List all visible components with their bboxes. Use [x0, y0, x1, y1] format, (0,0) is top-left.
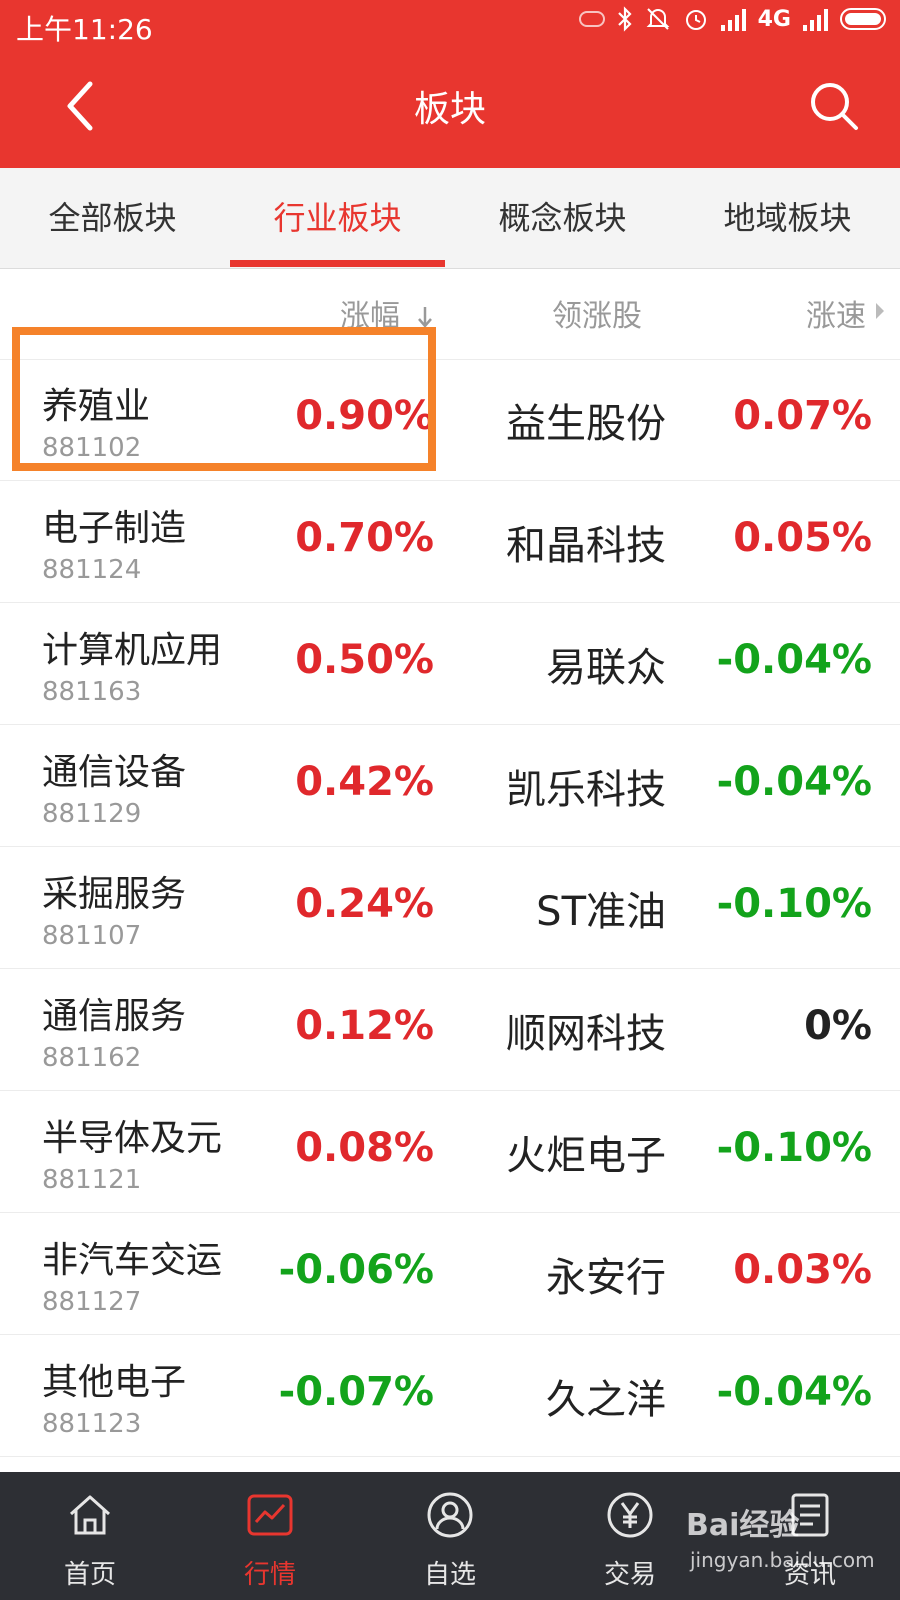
signal-icon-2 [803, 7, 828, 31]
status-time: 上午11:26 [16, 13, 153, 46]
sector-row[interactable]: 其他电子 881123 -0.07% 久之洋 -0.04% [0, 1335, 900, 1457]
bottom-nav-label: 首页 [63, 1560, 116, 1590]
sector-name: 非汽车交运 [42, 1240, 223, 1281]
sector-name: 电子制造 [42, 508, 187, 549]
sector-change: 0.12% [295, 1003, 434, 1049]
bluetooth-icon [617, 6, 632, 32]
watermark-logo: Bai经验 [686, 1508, 800, 1543]
status-bar: 上午11:26 4G [0, 0, 900, 50]
status-icons: 4G [578, 6, 886, 32]
sector-speed: 0.03% [733, 1247, 872, 1293]
sector-code: 881162 [42, 1043, 142, 1073]
leading-stock: ST准油 [536, 889, 666, 935]
leading-stock: 凯乐科技 [506, 767, 666, 813]
leading-stock: 益生股份 [506, 401, 666, 447]
sector-speed: 0.05% [733, 515, 872, 561]
tab-industry-sectors[interactable]: 行业板块 [225, 168, 450, 268]
sector-code: 881129 [42, 799, 142, 829]
tab-region-sectors[interactable]: 地域板块 [675, 168, 900, 268]
leading-stock: 久之洋 [546, 1377, 666, 1423]
sector-speed: -0.04% [716, 1369, 872, 1415]
sector-change: 0.24% [295, 881, 434, 927]
highlight-annotation [12, 327, 436, 471]
active-tab-indicator [230, 260, 445, 267]
chart-icon [247, 1494, 293, 1536]
sector-row[interactable]: 半导体及元 881121 0.08% 火炬电子 -0.10% [0, 1091, 900, 1213]
record-icon [578, 11, 605, 27]
battery-icon [840, 8, 886, 30]
sector-name: 通信服务 [42, 996, 187, 1037]
sector-code: 881121 [42, 1165, 142, 1195]
alarm-icon [685, 10, 706, 30]
sector-change: -0.06% [278, 1247, 434, 1293]
leading-stock: 和晶科技 [506, 523, 666, 569]
search-button[interactable] [804, 76, 864, 136]
sector-change: 0.70% [295, 515, 434, 561]
sector-row[interactable]: 通信服务 881162 0.12% 顺网科技 0% [0, 969, 900, 1091]
search-icon [811, 83, 858, 130]
bottom-nav-label: 自选 [423, 1560, 476, 1590]
nav-bar: 板块 [0, 50, 900, 168]
tab-concept-sectors[interactable]: 概念板块 [450, 168, 675, 268]
sector-row[interactable]: 采掘服务 881107 0.24% ST准油 -0.10% [0, 847, 900, 969]
sector-name: 半导体及元 [42, 1118, 223, 1159]
sort-speed-header[interactable]: 涨速 [806, 291, 866, 335]
bottom-nav-label: 行情 [243, 1560, 296, 1590]
sector-list: 养殖业 881102 0.90% 益生股份 0.07% 电子制造 881124 … [0, 359, 900, 1457]
leading-stock: 火炬电子 [506, 1133, 666, 1179]
bottom-nav-home[interactable]: 首页 [0, 1472, 180, 1600]
sector-change: 0.50% [295, 637, 434, 683]
sector-row[interactable]: 通信设备 881129 0.42% 凯乐科技 -0.04% [0, 725, 900, 847]
sector-code: 881123 [42, 1409, 142, 1439]
sector-row[interactable]: 非汽车交运 881127 -0.06% 永安行 0.03% [0, 1213, 900, 1335]
bottom-nav-market[interactable]: 行情 [180, 1472, 360, 1600]
leading-stock: 永安行 [546, 1255, 666, 1301]
sector-name: 通信设备 [42, 752, 187, 793]
sector-speed: -0.04% [716, 637, 872, 683]
sector-speed: -0.10% [716, 1125, 872, 1171]
sector-row[interactable]: 计算机应用 881163 0.50% 易联众 -0.04% [0, 603, 900, 725]
tab-all-sectors[interactable]: 全部板块 [0, 168, 225, 268]
user-icon [427, 1492, 473, 1538]
sector-code: 881127 [42, 1287, 142, 1317]
sector-speed: -0.04% [716, 759, 872, 805]
bottom-nav-watchlist[interactable]: 自选 [360, 1472, 540, 1600]
sector-code: 881107 [42, 921, 142, 951]
sector-name: 其他电子 [42, 1362, 187, 1403]
arrow-down-icon [417, 307, 432, 328]
watermark-url: jingyan.baidu.com [690, 1548, 875, 1572]
sector-change: 0.08% [295, 1125, 434, 1171]
sector-code: 881163 [42, 677, 142, 707]
sector-change: -0.07% [278, 1369, 434, 1415]
mute-icon [646, 8, 670, 30]
leading-stock: 顺网科技 [506, 1011, 666, 1057]
caret-right-icon [876, 303, 884, 319]
yen-icon [607, 1492, 653, 1538]
tab-bar: 全部板块 行业板块 概念板块 地域板块 [0, 168, 900, 269]
sector-row[interactable]: 电子制造 881124 0.70% 和晶科技 0.05% [0, 481, 900, 603]
sector-speed: 0.07% [733, 393, 872, 439]
sector-change: 0.42% [295, 759, 434, 805]
sector-speed: -0.10% [716, 881, 872, 927]
sector-name: 计算机应用 [42, 630, 223, 671]
leading-stock: 易联众 [546, 645, 666, 691]
page-title: 板块 [413, 89, 486, 130]
leader-header: 领涨股 [552, 299, 642, 334]
home-icon [69, 1495, 111, 1535]
sector-speed: 0% [804, 1003, 872, 1049]
sector-name: 采掘服务 [42, 874, 187, 915]
network-type: 4G [757, 6, 791, 32]
sector-code: 881124 [42, 555, 142, 585]
signal-icon [720, 7, 746, 31]
